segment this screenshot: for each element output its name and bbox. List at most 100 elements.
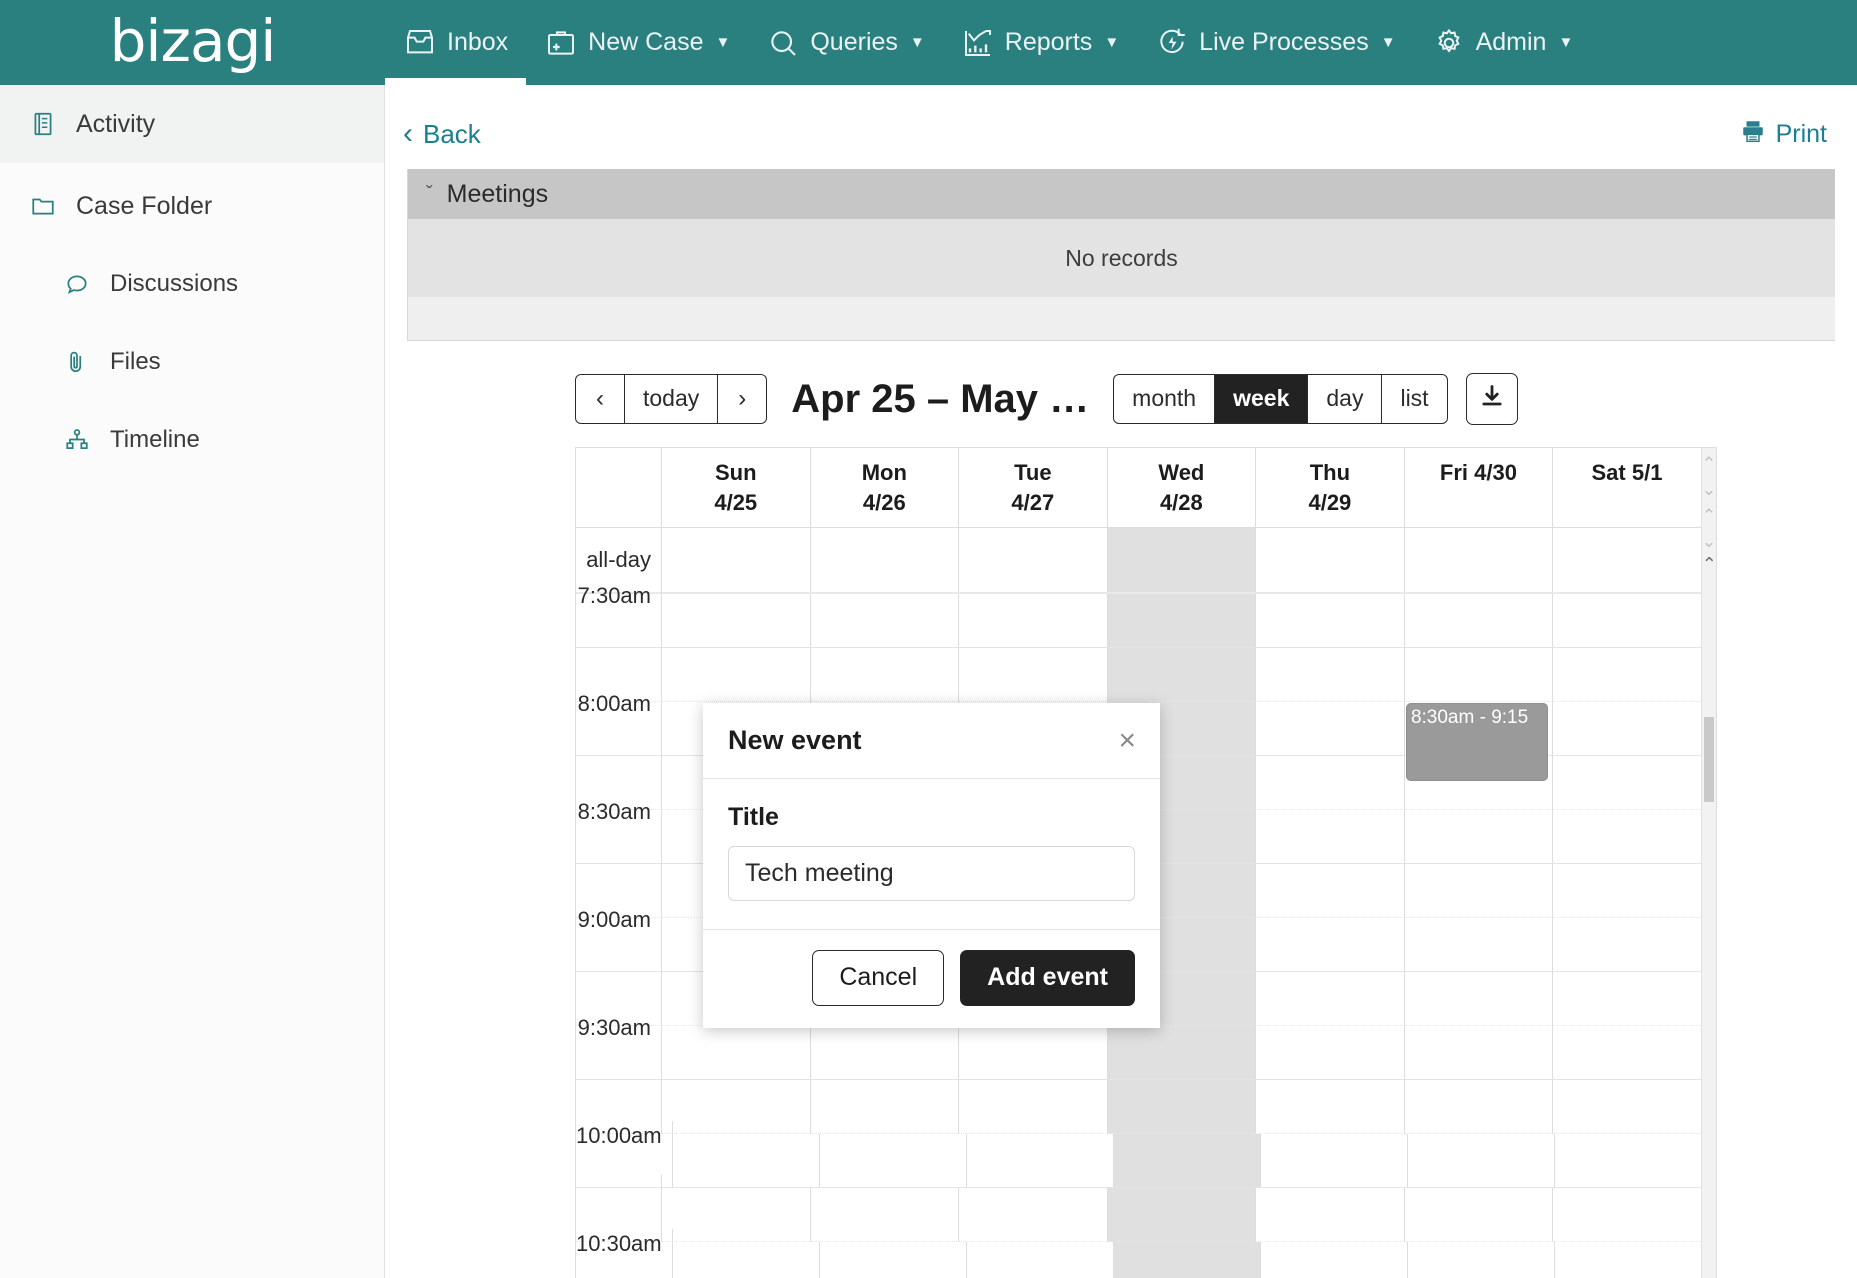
- sidebar-item-case-folder[interactable]: Case Folder: [0, 167, 384, 245]
- slot-cell[interactable]: [1405, 864, 1554, 918]
- close-icon[interactable]: ×: [1118, 726, 1136, 756]
- slot-cell[interactable]: [811, 648, 960, 702]
- add-event-button[interactable]: Add event: [960, 950, 1135, 1006]
- nav-item-admin[interactable]: Admin ▼: [1414, 0, 1592, 85]
- slot-cell[interactable]: [811, 1188, 960, 1242]
- slot-cell[interactable]: [1114, 1134, 1261, 1188]
- nav-item-queries[interactable]: Queries ▼: [748, 0, 942, 85]
- allday-cell-thu[interactable]: [1256, 528, 1405, 592]
- calendar-day-header-sun[interactable]: Sun 4/25: [662, 448, 811, 527]
- calendar-day-header-mon[interactable]: Mon 4/26: [811, 448, 960, 527]
- sidebar-item-timeline[interactable]: Timeline: [0, 401, 384, 479]
- slot-cell[interactable]: [1553, 810, 1701, 864]
- allday-cell-mon[interactable]: [811, 528, 960, 592]
- calendar-download-button[interactable]: [1466, 373, 1518, 425]
- sidebar-item-activity[interactable]: Activity: [0, 85, 384, 163]
- slot-cell[interactable]: [1108, 594, 1257, 648]
- slot-cell[interactable]: [959, 1080, 1108, 1134]
- calendar-today-button[interactable]: today: [625, 374, 718, 425]
- cancel-button[interactable]: Cancel: [812, 950, 944, 1006]
- calendar-day-header-fri[interactable]: Fri 4/30: [1405, 448, 1554, 527]
- chevron-down-icon[interactable]: ⌄: [1702, 480, 1716, 500]
- slot-cell[interactable]: [1256, 1026, 1405, 1080]
- slot-cell[interactable]: [1553, 594, 1701, 648]
- slot-cell[interactable]: [1555, 1134, 1701, 1188]
- slot-cell[interactable]: [959, 1188, 1108, 1242]
- sidebar-item-files[interactable]: Files: [0, 323, 384, 401]
- slot-cell[interactable]: [1553, 756, 1701, 810]
- slot-cell[interactable]: [1108, 1080, 1257, 1134]
- slot-cell[interactable]: [1256, 756, 1405, 810]
- nav-item-new-case[interactable]: New Case ▼: [526, 0, 748, 85]
- title-input[interactable]: [728, 846, 1135, 901]
- slot-cell[interactable]: [1256, 1188, 1405, 1242]
- slot-cell[interactable]: [673, 1242, 820, 1278]
- slot-cell[interactable]: [1408, 1242, 1555, 1278]
- slot-cell[interactable]: [967, 1242, 1114, 1278]
- slot-cell[interactable]: [1405, 1026, 1554, 1080]
- bizagi-logo[interactable]: bizagi: [0, 0, 385, 85]
- slot-cell[interactable]: [1408, 1134, 1555, 1188]
- slot-cell[interactable]: [1405, 1080, 1554, 1134]
- chevron-up-icon[interactable]: ⌃: [1702, 454, 1716, 474]
- calendar-header-scroll[interactable]: ⌃ ⌄ ⌃ ⌄: [1701, 448, 1716, 552]
- slot-cell[interactable]: [1256, 864, 1405, 918]
- calendar-view-day[interactable]: day: [1308, 374, 1382, 424]
- calendar-day-header-thu[interactable]: Thu 4/29: [1256, 448, 1405, 527]
- calendar-day-header-sat[interactable]: Sat 5/1: [1553, 448, 1701, 527]
- slot-cell[interactable]: [1256, 972, 1405, 1026]
- allday-cell-fri[interactable]: [1405, 528, 1554, 592]
- slot-cell[interactable]: [811, 594, 960, 648]
- slot-cell[interactable]: [1553, 972, 1701, 1026]
- calendar-view-list[interactable]: list: [1382, 374, 1447, 424]
- slot-cell[interactable]: [820, 1242, 967, 1278]
- calendar-day-header-wed[interactable]: Wed 4/28: [1108, 448, 1257, 527]
- slot-cell[interactable]: [1108, 648, 1257, 702]
- slot-cell[interactable]: [1405, 648, 1554, 702]
- nav-item-inbox[interactable]: Inbox: [385, 0, 526, 85]
- slot-cell[interactable]: [959, 648, 1108, 702]
- slot-cell[interactable]: [1405, 594, 1554, 648]
- allday-cell-sat[interactable]: [1553, 528, 1701, 592]
- nav-item-live-processes[interactable]: Live Processes ▼: [1137, 0, 1413, 85]
- print-button[interactable]: Print: [1740, 118, 1827, 151]
- calendar-day-header-tue[interactable]: Tue 4/27: [959, 448, 1108, 527]
- slot-cell[interactable]: [1553, 1188, 1701, 1242]
- slot-cell[interactable]: [1256, 918, 1405, 972]
- slot-cell[interactable]: [1553, 702, 1701, 756]
- slot-cell[interactable]: [662, 1026, 811, 1080]
- slot-cell[interactable]: [1256, 594, 1405, 648]
- scrollbar-thumb[interactable]: [1704, 717, 1714, 802]
- calendar-event[interactable]: 8:30am - 9:15: [1406, 703, 1548, 781]
- calendar-view-month[interactable]: month: [1113, 374, 1215, 424]
- slot-cell[interactable]: [1553, 648, 1701, 702]
- slot-cell[interactable]: [673, 1134, 820, 1188]
- slot-cell[interactable]: [1256, 702, 1405, 756]
- slot-cell[interactable]: [1405, 810, 1554, 864]
- slot-cell[interactable]: [1405, 972, 1554, 1026]
- back-button[interactable]: ‹ Back: [403, 119, 481, 150]
- slot-cell[interactable]: [1555, 1242, 1701, 1278]
- meetings-panel-header[interactable]: ˇ Meetings: [408, 169, 1835, 219]
- slot-cell[interactable]: [959, 594, 1108, 648]
- slot-cell[interactable]: [1553, 918, 1701, 972]
- slot-cell[interactable]: [1261, 1242, 1408, 1278]
- slot-cell[interactable]: [959, 1026, 1108, 1080]
- slot-cell[interactable]: [1256, 1080, 1405, 1134]
- chevron-down-icon[interactable]: ⌄: [1702, 532, 1716, 552]
- scroll-up-arrow-icon[interactable]: ⌃: [1702, 554, 1716, 575]
- chevron-up-icon[interactable]: ⌃: [1702, 506, 1716, 526]
- slot-cell[interactable]: [1553, 1080, 1701, 1134]
- slot-cell[interactable]: [1261, 1134, 1408, 1188]
- slot-cell[interactable]: [662, 1188, 811, 1242]
- slot-cell[interactable]: [811, 1026, 960, 1080]
- sidebar-item-discussions[interactable]: Discussions: [0, 245, 384, 323]
- slot-cell[interactable]: [662, 594, 811, 648]
- slot-cell[interactable]: [1114, 1242, 1261, 1278]
- slot-cell[interactable]: [662, 1080, 811, 1134]
- calendar-body-scrollbar[interactable]: ⌃ ⌄: [1701, 552, 1716, 1278]
- slot-cell[interactable]: [1256, 810, 1405, 864]
- slot-cell[interactable]: [1108, 1026, 1257, 1080]
- slot-cell[interactable]: [1405, 1188, 1554, 1242]
- allday-cell-wed[interactable]: [1108, 528, 1257, 592]
